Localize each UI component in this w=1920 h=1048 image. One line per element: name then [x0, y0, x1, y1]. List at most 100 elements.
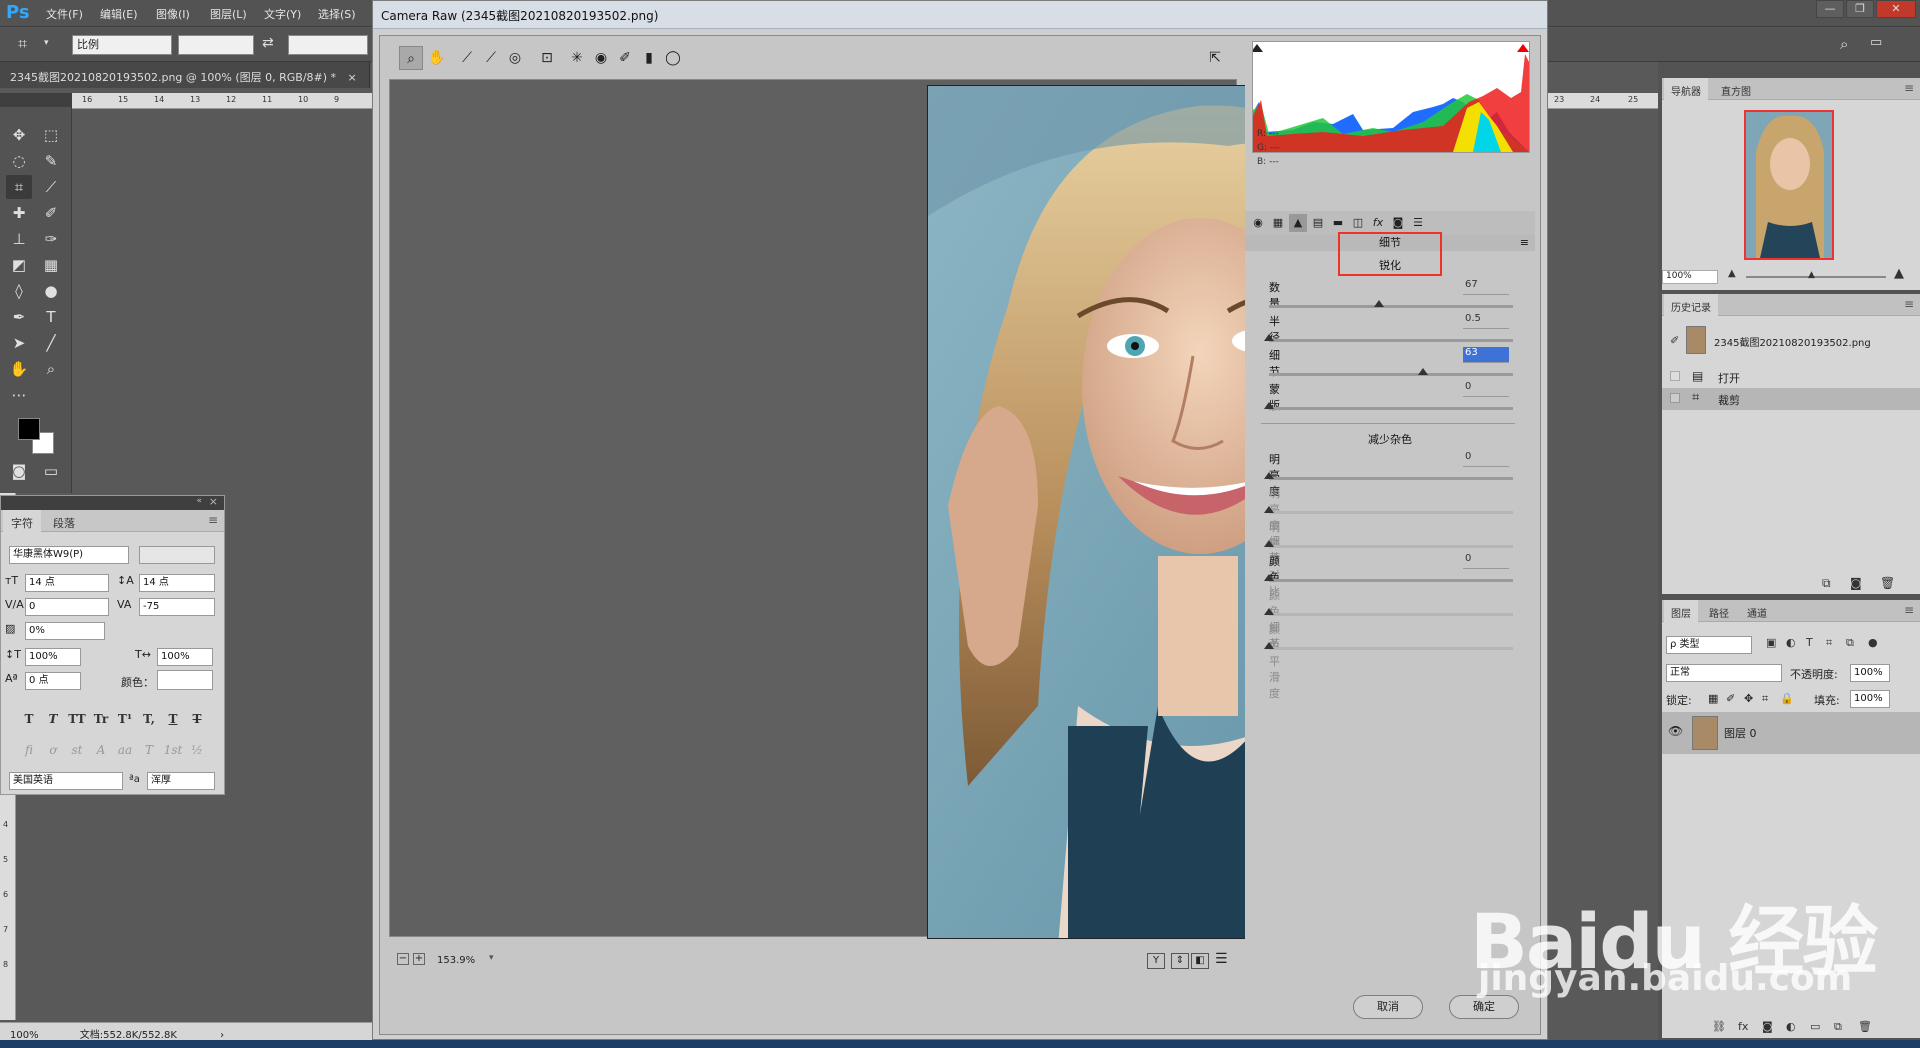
strikethrough-button[interactable]: T — [187, 712, 207, 730]
fractions-button[interactable]: ½ — [187, 743, 207, 761]
ligature-button[interactable]: fi — [19, 743, 39, 761]
marquee-tool-icon[interactable]: ⬚ — [38, 123, 64, 147]
slider-track[interactable] — [1269, 373, 1513, 376]
history-item[interactable]: ▤ 打开 — [1662, 366, 1920, 388]
before-after-icon[interactable]: Y — [1147, 953, 1165, 969]
slider-track[interactable] — [1269, 579, 1513, 582]
width-field[interactable] — [178, 35, 254, 55]
discretionary-ligature-button[interactable]: st — [67, 743, 87, 761]
healing-tool-icon[interactable]: ✚ — [6, 201, 32, 225]
spot-removal-tool-icon[interactable]: ✳ — [565, 46, 589, 70]
blur-tool-icon[interactable]: ◊ — [6, 279, 32, 303]
type-tool-icon[interactable]: T — [38, 305, 64, 329]
slider-value[interactable]: 0 — [1463, 451, 1509, 467]
slider-track[interactable] — [1269, 339, 1513, 342]
hand-tool-icon[interactable]: ✋ — [6, 357, 32, 381]
zoom-slider-track[interactable] — [1746, 276, 1886, 278]
history-brush-source-icon[interactable]: ✐ — [1670, 334, 1679, 347]
close-icon[interactable]: × — [348, 71, 357, 84]
height-field[interactable] — [288, 35, 368, 55]
menu-type[interactable]: 文字(Y) — [264, 6, 301, 22]
layer-row[interactable]: 👁 图层 0 — [1662, 712, 1920, 754]
line-tool-icon[interactable]: ╱ — [38, 331, 64, 355]
slider-thumb[interactable] — [1264, 334, 1274, 341]
history-brush-tool-icon[interactable]: ✑ — [38, 227, 64, 251]
swap-before-after-icon[interactable]: ⇕ — [1171, 953, 1189, 969]
snapshot-name[interactable]: 2345截图20210820193502.png — [1714, 334, 1871, 349]
slider-thumb[interactable] — [1264, 402, 1274, 409]
zoom-level-select[interactable]: 153.9% — [433, 953, 487, 969]
foreground-color-swatch[interactable] — [18, 418, 40, 440]
slider-thumb[interactable] — [1373, 300, 1384, 307]
filter-smart-object-icon[interactable]: ⧉ — [1846, 636, 1854, 650]
minimize-button[interactable]: — — [1816, 0, 1844, 18]
copy-settings-icon[interactable]: ◧ — [1191, 953, 1209, 969]
filter-toggle-icon[interactable]: ● — [1868, 636, 1878, 649]
stamp-tool-icon[interactable]: ⊥ — [6, 227, 32, 251]
workspace-icon[interactable]: ▭ — [1870, 35, 1882, 50]
opacity-field[interactable]: 100% — [1850, 664, 1890, 682]
slider-track[interactable] — [1269, 305, 1513, 308]
swap-icon[interactable]: ⇄ — [262, 35, 274, 51]
navigator-thumbnail[interactable] — [1744, 110, 1834, 260]
chevron-down-icon[interactable]: ▾ — [44, 38, 49, 48]
slider-value[interactable]: 0.5 — [1463, 313, 1509, 329]
zoom-in-button[interactable]: + — [413, 953, 425, 965]
tsume-field[interactable]: 0% — [25, 622, 105, 640]
zoom-tool-icon[interactable]: ⌕ — [399, 46, 423, 70]
horizontal-scale-field[interactable]: 100% — [157, 648, 213, 666]
panel-menu-icon[interactable]: ≡ — [1904, 297, 1914, 311]
text-color-swatch[interactable] — [157, 670, 213, 690]
fill-field[interactable]: 100% — [1850, 690, 1890, 708]
open-preferences-icon[interactable]: ⇱ — [1203, 46, 1227, 70]
camera-icon[interactable]: ◙ — [1850, 576, 1862, 590]
ratio-select[interactable]: 比例 — [72, 35, 172, 55]
white-balance-tool-icon[interactable]: ⟋ — [455, 46, 479, 70]
group-icon[interactable]: ▭ — [1810, 1020, 1820, 1033]
detail-panel-icon[interactable]: ▲ — [1289, 214, 1307, 232]
old-style-button[interactable]: ơ — [43, 743, 63, 761]
titling-alternates-button[interactable]: T — [139, 743, 159, 761]
slider-thumb[interactable] — [1417, 368, 1428, 375]
tab-histogram[interactable]: 直方图 — [1714, 78, 1758, 100]
slider-value[interactable]: 0 — [1463, 381, 1509, 397]
menu-file[interactable]: 文件(F) — [46, 6, 83, 22]
tab-paths[interactable]: 路径 — [1702, 600, 1736, 622]
underline-button[interactable]: T — [163, 712, 183, 730]
superscript-button[interactable]: T¹ — [115, 712, 135, 730]
slider-value-active[interactable]: 63 — [1463, 347, 1509, 363]
chevron-down-icon[interactable]: ▾ — [489, 953, 494, 963]
close-button[interactable]: ✕ — [1876, 0, 1916, 18]
color-sampler-tool-icon[interactable]: ⟋ — [479, 46, 503, 70]
preview-settings-icon[interactable]: ☰ — [1215, 951, 1228, 967]
move-tool-icon[interactable]: ✥ — [6, 123, 32, 147]
slider-thumb[interactable] — [1264, 574, 1274, 581]
filter-pixel-icon[interactable]: ▣ — [1766, 636, 1776, 649]
panel-menu-icon[interactable]: ≡ — [1904, 81, 1914, 95]
menu-select[interactable]: 选择(S) — [318, 6, 356, 22]
font-size-field[interactable]: 14 点 — [25, 574, 109, 592]
faux-italic-button[interactable]: T — [43, 712, 63, 730]
lock-artboard-icon[interactable]: ⌗ — [1762, 692, 1768, 706]
tab-layers[interactable]: 图层 — [1664, 600, 1698, 622]
graduated-filter-tool-icon[interactable]: ▮ — [637, 46, 661, 70]
new-document-icon[interactable]: ⧉ — [1822, 576, 1831, 591]
target-adjustment-tool-icon[interactable]: ◎ — [503, 46, 527, 70]
stylistic-alternates-button[interactable]: aa — [115, 743, 135, 761]
font-family-select[interactable]: 华康黑体W9(P) — [9, 546, 129, 564]
link-layers-icon[interactable]: ⛓ — [1712, 1020, 1726, 1033]
all-caps-button[interactable]: TT — [67, 712, 87, 730]
radial-filter-tool-icon[interactable]: ◯ — [661, 46, 685, 70]
ordinals-button[interactable]: 1st — [163, 743, 183, 761]
subscript-button[interactable]: T, — [139, 712, 159, 730]
panel-menu-icon[interactable]: ≡ — [1904, 603, 1914, 617]
layer-mask-icon[interactable]: ◙ — [1762, 1020, 1773, 1033]
pen-tool-icon[interactable]: ✒ — [6, 305, 32, 329]
blend-mode-select[interactable]: 正常 — [1666, 664, 1782, 682]
presets-icon[interactable]: ☰ — [1409, 214, 1427, 232]
path-select-tool-icon[interactable]: ➤ — [6, 331, 32, 355]
tab-history[interactable]: 历史记录 — [1664, 294, 1718, 316]
restore-button[interactable]: ❐ — [1846, 0, 1874, 18]
lock-all-icon[interactable]: 🔒 — [1780, 692, 1794, 705]
slider-track[interactable] — [1269, 477, 1513, 480]
